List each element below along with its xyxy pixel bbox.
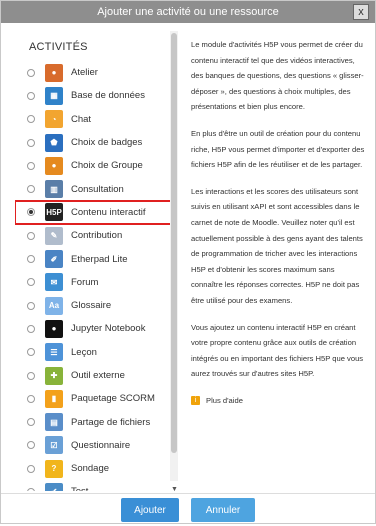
activity-radio[interactable] <box>27 278 35 287</box>
activity-label: Atelier <box>71 67 98 79</box>
quiz-icon: ✔ <box>45 482 63 491</box>
cancel-button[interactable]: Annuler <box>191 498 255 522</box>
etherpad-icon: ✐ <box>45 250 63 269</box>
activity-radio[interactable] <box>27 91 35 100</box>
activity-radio[interactable] <box>27 324 35 333</box>
activity-item[interactable]: ▦ Base de données <box>15 84 175 107</box>
activity-radio[interactable] <box>27 464 35 473</box>
assignment-icon: ✎ <box>45 226 63 245</box>
glossary-icon: Aa <box>45 296 63 315</box>
activity-item[interactable]: ● Atelier <box>15 61 175 84</box>
description-paragraph: En plus d'être un outil de création pour… <box>191 128 365 170</box>
description-paragraph: Vous ajoutez un contenu interactif H5P e… <box>191 322 364 379</box>
database-icon: ▦ <box>45 86 63 105</box>
dialog-titlebar: Ajouter une activité ou une ressource x <box>1 1 375 23</box>
scorm-icon: ▮ <box>45 389 63 408</box>
activity-item[interactable]: ▮ Paquetage SCORM <box>15 387 175 410</box>
activity-label: Questionnaire <box>71 439 131 451</box>
help-icon: i <box>191 396 200 406</box>
activity-label: Choix de badges <box>71 137 143 149</box>
description-paragraph: Le module d'activités H5P vous permet de… <box>191 40 364 112</box>
activity-label: Forum <box>71 276 99 288</box>
activity-item[interactable]: ⬟ Choix de badges <box>15 131 175 154</box>
activity-radio[interactable] <box>27 418 35 427</box>
activity-label: Paquetage SCORM <box>71 393 155 405</box>
activity-item[interactable]: ✐ Etherpad Lite <box>15 247 175 270</box>
activity-label: Outil externe <box>71 370 125 381</box>
activity-item[interactable]: ☰ Leçon <box>15 341 175 364</box>
activity-radio[interactable] <box>27 161 35 170</box>
activity-label: Etherpad Lite <box>71 253 128 265</box>
activity-radio[interactable] <box>27 231 35 240</box>
activity-item[interactable]: ▥ Consultation <box>15 177 175 200</box>
activity-radio[interactable] <box>27 68 35 77</box>
survey-icon: ▥ <box>45 180 63 199</box>
activity-label: Sondage <box>71 463 110 475</box>
activity-label: Base de données <box>71 90 145 102</box>
add-button[interactable]: Ajouter <box>121 498 179 522</box>
activity-item[interactable]: ✎ Contribution <box>15 224 175 247</box>
activity-radio[interactable] <box>27 441 35 450</box>
description-paragraph: Les interactions et les scores des utili… <box>191 186 363 305</box>
activity-item[interactable]: ◔ Chat <box>15 108 175 131</box>
activity-item[interactable]: ● Choix de Groupe <box>15 154 175 177</box>
activity-radio[interactable] <box>27 185 35 194</box>
activity-item[interactable]: H5P Contenu interactif <box>15 199 175 226</box>
activity-item[interactable]: ● Jupyter Notebook <box>15 317 175 340</box>
activities-heading: ACTIVITÉS <box>29 41 88 53</box>
jupyter-icon: ● <box>45 319 63 338</box>
add-activity-dialog: Ajouter une activité ou une ressource x … <box>0 0 376 524</box>
activity-item[interactable]: ✔ Test <box>15 480 175 491</box>
activity-list: ● Atelier ▦ Base de données ◔ Chat ⬟ Choix de b… <box>15 61 175 491</box>
activity-item[interactable]: ☑ Questionnaire <box>15 434 175 457</box>
chat-icon: ◔ <box>45 110 63 129</box>
activity-label: Glossaire <box>71 300 112 312</box>
dialog-footer: Ajouter Annuler <box>1 493 375 526</box>
activity-item[interactable]: Aa Glossaire <box>15 294 175 317</box>
scrollbar-thumb[interactable] <box>171 33 177 453</box>
activity-label: Choix de Groupe <box>71 160 143 172</box>
activity-label: Jupyter Notebook <box>71 323 146 335</box>
more-help-link[interactable]: i Plus d'aide <box>191 393 367 409</box>
activity-label: Contenu interactif <box>71 206 146 218</box>
dialog-title: Ajouter une activité ou une ressource <box>97 6 279 18</box>
activity-label: Test <box>71 486 88 491</box>
activity-label: Contribution <box>71 230 123 242</box>
forum-icon: ✉ <box>45 273 63 292</box>
activity-radio[interactable] <box>27 394 35 403</box>
h5p-icon: H5P <box>45 203 63 222</box>
activity-item[interactable]: ✉ Forum <box>15 271 175 294</box>
close-button[interactable]: x <box>353 4 369 20</box>
workshop-icon: ● <box>45 63 63 82</box>
activity-radio[interactable] <box>27 371 35 380</box>
lesson-icon: ☰ <box>45 343 63 362</box>
activity-radio[interactable] <box>27 301 35 310</box>
activity-radio[interactable] <box>27 255 35 264</box>
activity-radio[interactable] <box>27 208 35 217</box>
activity-radio[interactable] <box>27 487 35 491</box>
more-help-label: Plus d'aide <box>206 395 243 405</box>
activity-item[interactable]: ✚ Outil externe <box>15 364 175 387</box>
activity-description: Le module d'activités H5P vous permet de… <box>191 37 367 477</box>
activity-radio[interactable] <box>27 348 35 357</box>
close-icon: x <box>358 6 364 18</box>
activity-item[interactable]: ▤ Partage de fichiers <box>15 410 175 433</box>
poll-icon: ? <box>45 459 63 478</box>
file-share-icon: ▤ <box>45 413 63 432</box>
activity-radio[interactable] <box>27 138 35 147</box>
activity-list-panel: ACTIVITÉS ● Atelier ▦ Base de données ◔ Chat ⬟… <box>15 31 175 491</box>
badge-icon: ⬟ <box>45 133 63 152</box>
group-choice-icon: ● <box>45 156 63 175</box>
questionnaire-icon: ☑ <box>45 436 63 455</box>
activity-radio[interactable] <box>27 115 35 124</box>
activity-label: Leçon <box>71 346 97 358</box>
lti-icon: ✚ <box>45 366 63 385</box>
activity-label: Partage de fichiers <box>71 416 151 428</box>
activity-label: Chat <box>71 113 92 125</box>
activity-item[interactable]: ? Sondage <box>15 457 175 480</box>
activity-label: Consultation <box>71 183 124 195</box>
